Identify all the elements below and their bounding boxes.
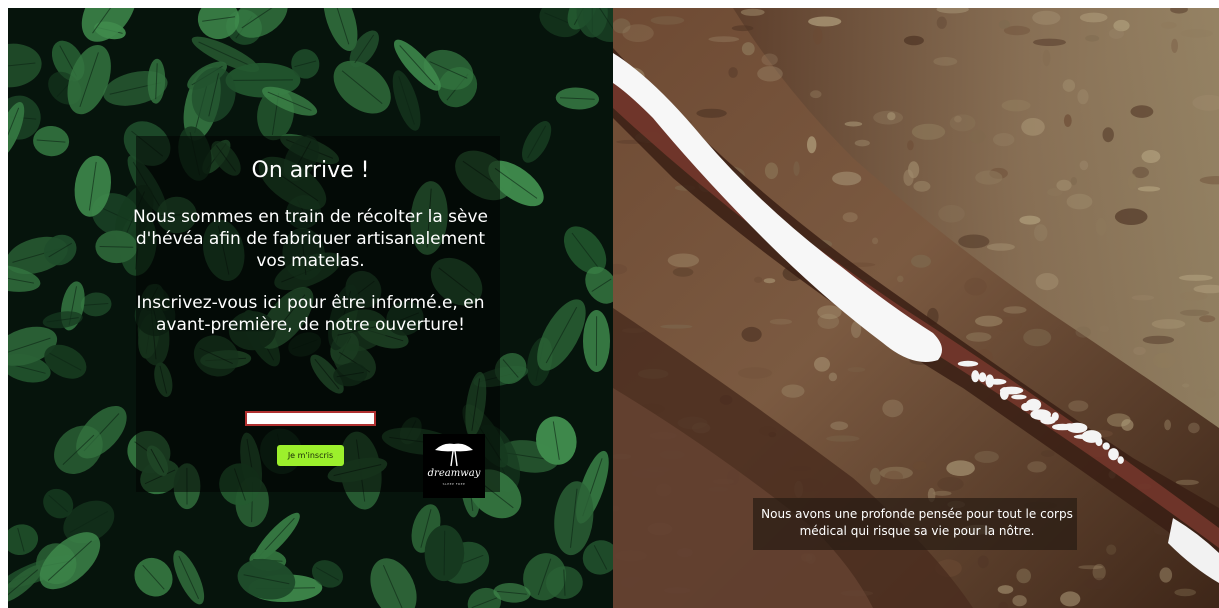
headline: On arrive ! <box>251 158 370 183</box>
landing-page: On arrive ! Nous sommes en train de réco… <box>0 0 1219 608</box>
acacia-tree-icon <box>435 443 473 467</box>
dreamway-logo: dreamway SLEEP FREE <box>423 434 485 498</box>
email-input[interactable] <box>245 411 376 426</box>
logo-tagline: SLEEP FREE <box>442 482 466 486</box>
tribute-caption: Nous avons une profonde pensée pour tout… <box>761 507 1073 538</box>
left-panel: On arrive ! Nous sommes en train de réco… <box>8 8 613 608</box>
logo-wordmark: dreamway <box>427 468 481 479</box>
intro-paragraph: Nous sommes en train de récolter la sève… <box>133 207 488 271</box>
signup-invite-paragraph: Inscrivez-vous ici pour être informé.e, … <box>136 293 485 335</box>
right-panel: Nous avons une profonde pensée pour tout… <box>613 8 1219 608</box>
subscribe-button[interactable]: Je m'inscris <box>277 445 344 466</box>
